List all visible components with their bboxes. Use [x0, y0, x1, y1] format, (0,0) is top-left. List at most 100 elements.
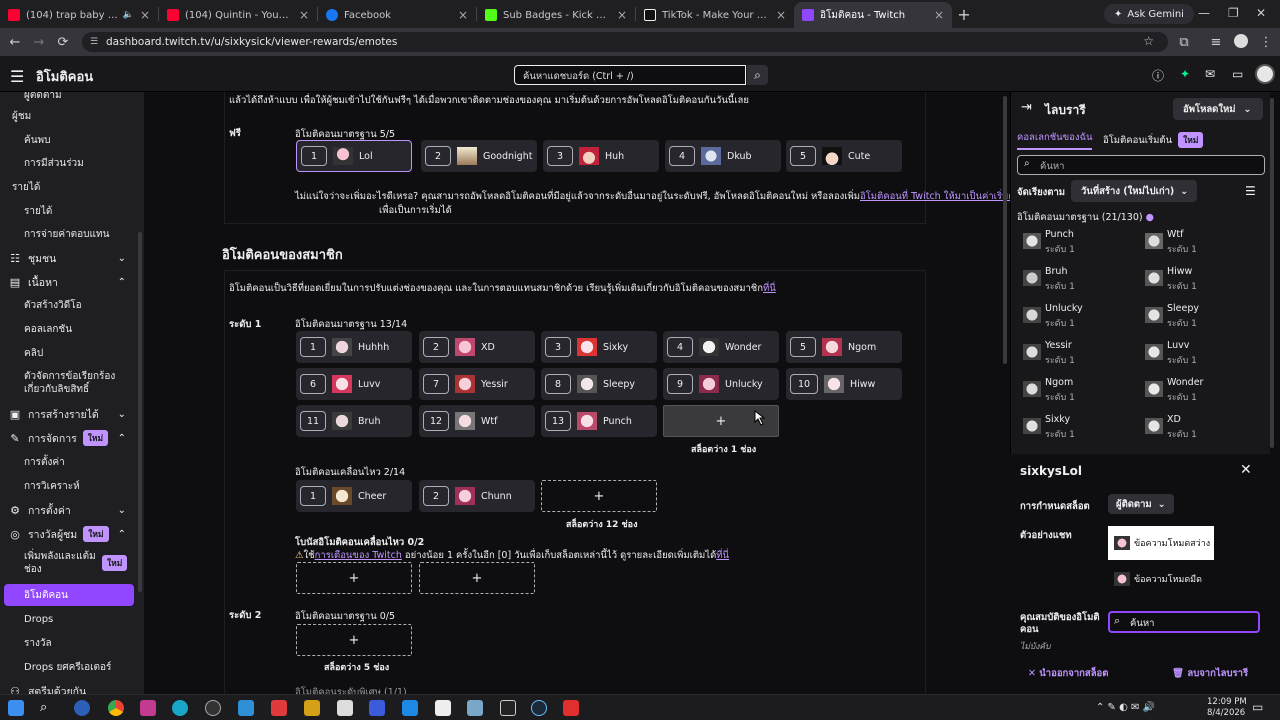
- extensions-icon[interactable]: ⧉: [1172, 35, 1196, 50]
- forward-icon[interactable]: →: [27, 35, 51, 50]
- add-bonus-slot-button[interactable]: +: [296, 562, 412, 594]
- reload-icon[interactable]: ⟳: [51, 35, 75, 50]
- emote-slot[interactable]: 13 Punch: [541, 405, 657, 437]
- sidebar-section-monetization[interactable]: ▣ การสร้างรายได้ ⌄: [0, 405, 140, 423]
- main-scrollbar[interactable]: [1003, 96, 1007, 364]
- collapse-panel-icon[interactable]: ⇥: [1021, 100, 1032, 115]
- user-avatar[interactable]: [1255, 64, 1275, 84]
- library-emote[interactable]: Sixky ระดับ 1: [1019, 412, 1139, 442]
- close-tab-icon[interactable]: ×: [458, 8, 468, 22]
- library-emote[interactable]: Unlucky ระดับ 1: [1019, 301, 1139, 331]
- sidebar-item-drops[interactable]: Drops: [0, 611, 140, 627]
- restore-icon[interactable]: ❐: [1228, 6, 1239, 20]
- sidebar-item-emotes[interactable]: อิโมติคอน: [4, 584, 134, 606]
- notification-icon[interactable]: ▭: [1252, 700, 1263, 714]
- add-bonus-slot-button[interactable]: +: [419, 562, 535, 594]
- dashboard-search-input[interactable]: ค้นหาแดชบอร์ด (Ctrl + /): [514, 65, 746, 85]
- emote-slot[interactable]: 9 Unlucky: [663, 368, 779, 400]
- add-emote-slot-button[interactable]: +: [541, 480, 657, 512]
- emote-slot[interactable]: 4 Dkub: [665, 140, 781, 172]
- site-info-icon[interactable]: ☰: [90, 37, 98, 47]
- search-icon[interactable]: ⌕: [40, 700, 56, 716]
- bookmark-star-icon[interactable]: ☆: [1143, 34, 1154, 48]
- browser-tab-active[interactable]: อิโมติคอน - Twitch ×: [794, 2, 952, 28]
- library-emote[interactable]: Hiww ระดับ 1: [1141, 264, 1261, 294]
- close-icon[interactable]: ✕: [1240, 462, 1252, 478]
- emote-slot[interactable]: 4 Wonder: [663, 331, 779, 363]
- extensions-icon[interactable]: ✦: [1180, 67, 1190, 81]
- browser-tab[interactable]: TikTok - Make Your Day ×: [636, 2, 794, 28]
- sidebar-item-rewards[interactable]: รางวัล: [0, 635, 140, 651]
- sidebar-item-collections[interactable]: คอลเลกชัน: [0, 321, 140, 337]
- delete-from-library-button[interactable]: 🗑 ลบจากไลบรารี: [1172, 666, 1248, 681]
- hamburger-menu-icon[interactable]: ☰: [10, 67, 24, 86]
- search-icon[interactable]: ⌕: [747, 65, 768, 85]
- steam-icon[interactable]: [531, 700, 547, 716]
- sort-dropdown[interactable]: วันที่สร้าง (ใหม่ไปเก่า) ⌄: [1071, 180, 1197, 202]
- sidebar-item-followers[interactable]: ผู้ติดตาม: [0, 92, 140, 102]
- sidebar-item-creator-drops[interactable]: Drops ยศครีเอเตอร์: [0, 659, 140, 675]
- library-emote[interactable]: Wtf ระดับ 1: [1141, 227, 1261, 257]
- twitch-alerts-link[interactable]: การเตือนของ Twitch: [315, 550, 402, 561]
- sidebar-item-video-producer[interactable]: ตัวสร้างวิดีโอ: [0, 297, 140, 313]
- sidebar-section-community[interactable]: ☷ ชุมชน ⌄: [0, 249, 140, 267]
- close-tab-icon[interactable]: ×: [140, 8, 150, 22]
- close-window-icon[interactable]: ✕: [1256, 6, 1266, 20]
- tab-default-emotes[interactable]: อิโมติคอนเริ่มต้น ใหม่: [1103, 132, 1204, 148]
- chrome-icon[interactable]: [108, 700, 124, 716]
- close-tab-icon[interactable]: ×: [617, 8, 627, 22]
- emote-slot[interactable]: 3 Sixky: [541, 331, 657, 363]
- emote-slot[interactable]: 2 Goodnight: [421, 140, 537, 172]
- sidebar-section-settings[interactable]: ⚙ การตั้งค่า ⌄: [0, 501, 140, 519]
- reading-list-icon[interactable]: ≡: [1204, 35, 1228, 50]
- sidebar-section-management[interactable]: ✎ การจัดการ ใหม่ ⌃: [0, 429, 140, 447]
- close-tab-icon[interactable]: ×: [776, 8, 786, 22]
- emote-slot[interactable]: 5 Ngom: [786, 331, 902, 363]
- browser-tab[interactable]: Facebook ×: [318, 2, 476, 28]
- emote-slot[interactable]: 1 Lol: [296, 140, 412, 172]
- emote-slot[interactable]: 1 Cheer: [296, 480, 412, 512]
- sidebar-item-clips[interactable]: คลิป: [0, 345, 140, 361]
- slot-assignment-dropdown[interactable]: ผู้ติดตาม ⌄: [1108, 494, 1174, 514]
- library-emote[interactable]: Luvv ระดับ 1: [1141, 338, 1261, 368]
- emote-slot[interactable]: 1 Huhhh: [296, 331, 412, 363]
- app-icon[interactable]: [304, 700, 320, 716]
- sidebar-item-payouts[interactable]: การจ่ายค่าตอบแทน: [0, 226, 140, 242]
- start-windows-icon[interactable]: [8, 700, 24, 716]
- browser-tab[interactable]: Sub Badges - Kick Dashboard×: [477, 2, 635, 28]
- new-tab-button[interactable]: +: [952, 5, 976, 24]
- sidebar-item-engagement[interactable]: การมีส่วนร่วม: [0, 155, 140, 171]
- sidebar-section-stream-together[interactable]: ⚇ สตรีมด้วยกัน: [0, 682, 140, 695]
- mute-icon[interactable]: 🔈: [123, 10, 134, 20]
- browser-tab[interactable]: (104) trap baby prod.by mo🔈×: [0, 2, 158, 28]
- app-icon[interactable]: [435, 700, 451, 716]
- app-icon[interactable]: [238, 700, 254, 716]
- cortana-icon[interactable]: [74, 700, 90, 716]
- emote-slot[interactable]: 3 Huh: [543, 140, 659, 172]
- library-emote[interactable]: Sleepy ระดับ 1: [1141, 301, 1261, 331]
- emote-slot[interactable]: 2 Chunn: [419, 480, 535, 512]
- app-icon[interactable]: [369, 700, 385, 716]
- emote-slot[interactable]: 5 Cute: [786, 140, 902, 172]
- sidebar-section-viewer-rewards[interactable]: ◎ รางวัลผู้ชม ใหม่ ⌃: [0, 525, 140, 543]
- upload-new-button[interactable]: อัพโหลดใหม่ ⌄: [1173, 98, 1263, 120]
- tray-icons[interactable]: ⌃ ✎ ◐ ✉ 🔊: [1096, 702, 1155, 713]
- emote-properties-search-input[interactable]: ⌕ ค้นหา: [1108, 611, 1260, 633]
- tab-my-collection[interactable]: คอลเลกชันของฉัน: [1017, 130, 1093, 150]
- browser-tab[interactable]: (104) Quintin - YouTube ×: [159, 2, 317, 28]
- sidebar-item-viewers[interactable]: ผู้ชม: [0, 108, 140, 124]
- library-emote[interactable]: Ngom ระดับ 1: [1019, 375, 1139, 405]
- clock-time[interactable]: 12:09 PM: [1207, 697, 1247, 707]
- minimize-icon[interactable]: —: [1198, 6, 1210, 20]
- details-link[interactable]: ที่นี่: [716, 550, 729, 561]
- remove-from-slot-button[interactable]: ✕ นำออกจากสล็อต: [1028, 666, 1108, 681]
- emote-slot[interactable]: 7 Yessir: [419, 368, 535, 400]
- close-tab-icon[interactable]: ×: [934, 8, 944, 22]
- app-icon[interactable]: [500, 700, 516, 716]
- emote-slot[interactable]: 2 XD: [419, 331, 535, 363]
- default-emotes-link[interactable]: อิโมติคอนที่ Twitch ให้มาเป็นค่าเริ่มต้น: [860, 191, 1010, 202]
- learn-more-link[interactable]: ที่นี่: [763, 283, 776, 294]
- filter-icon[interactable]: ☰: [1245, 184, 1256, 198]
- library-scrollbar[interactable]: [1270, 98, 1274, 448]
- add-emote-slot-button[interactable]: +: [296, 624, 412, 656]
